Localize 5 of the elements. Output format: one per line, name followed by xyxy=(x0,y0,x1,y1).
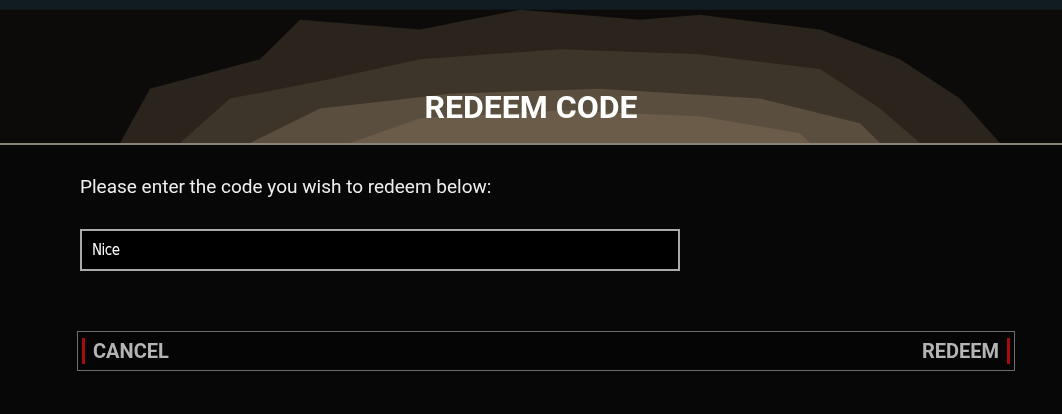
prompt-text: Please enter the code you wish to redeem below: xyxy=(80,175,493,198)
redeem-button[interactable]: REDEEM xyxy=(917,336,1014,366)
code-input-field[interactable]: Nice xyxy=(80,229,680,271)
cancel-button[interactable]: CANCEL xyxy=(78,336,173,366)
dialog-title: REDEEM CODE xyxy=(423,88,639,126)
